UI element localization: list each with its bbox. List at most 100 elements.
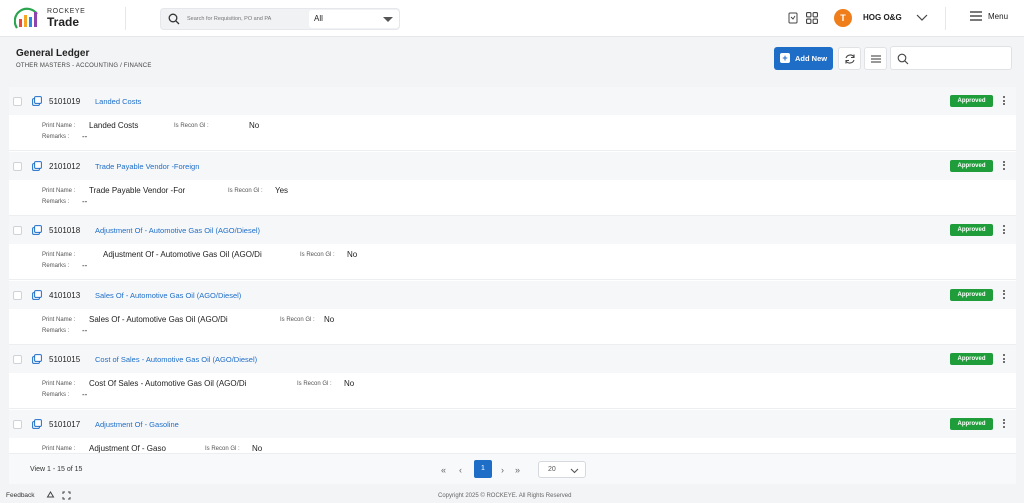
recon-label: Is Recon Gl : [174,123,209,129]
logo-icon [14,7,38,29]
global-search-input[interactable] [187,12,297,26]
status-badge: Approved [950,417,993,430]
record-name-link[interactable]: Adjustment Of - Automotive Gas Oil (AGO/… [95,226,260,235]
recon-value: No [324,314,335,324]
plus-icon: + [780,53,790,63]
record-checkbox[interactable] [13,161,22,171]
search-scope-select[interactable]: All [309,10,399,28]
recon-label: Is Recon Gl : [228,187,263,194]
menu-label: Menu [988,11,1009,21]
copy-icon[interactable] [32,160,42,171]
last-page-icon[interactable]: » [515,465,520,475]
status-badge: Approved [950,353,993,365]
recycle-icon[interactable] [46,491,55,500]
list-icon [871,55,881,63]
bookmark-icon[interactable] [787,12,799,24]
recon-value: No [252,443,263,453]
first-page-icon[interactable]: « [441,465,446,475]
print-name-value: Adjustment Of - Automotive Gas Oil (AGO/… [103,250,262,259]
record-name-link[interactable]: Landed Costs [95,97,141,106]
print-name-label: Print Name : [42,445,76,452]
print-name-label: Print Name : [42,187,76,194]
chevron-down-icon[interactable] [916,12,928,22]
add-new-button[interactable]: + Add New [774,47,833,70]
remarks-label: Remarks : [42,392,70,398]
print-name-label: Print Name : [42,316,76,323]
divider [945,7,946,30]
global-search: All [160,8,400,30]
org-name[interactable]: HOG O&G [863,13,902,22]
remarks-label: Remarks : [42,263,70,269]
remarks-value: -- [82,196,88,206]
apps-grid-icon[interactable] [806,12,818,24]
copyright-text: Copyright 2025 © ROCKEYE. All Rights Res… [438,493,572,499]
ledger-record: 5101015 Cost of Sales - Automotive Gas O… [9,345,1016,409]
record-header [9,87,1016,115]
remarks-label: Remarks : [42,198,70,205]
page-size-value: 20 [548,466,556,473]
recon-value: Yes [275,185,289,195]
list-view-button[interactable] [864,47,887,70]
more-options-icon[interactable] [1002,289,1005,301]
more-options-icon[interactable] [1002,224,1005,236]
recon-value: No [347,250,358,259]
search-scope-value: All [314,14,323,23]
status-badge: Approved [950,288,993,301]
remarks-value: -- [82,325,88,335]
top-bar: ROCKEYE Trade All T HOG O&G [0,0,1024,37]
page-number-current[interactable]: 1 [474,460,492,478]
copy-icon[interactable] [32,96,42,106]
copy-icon[interactable] [32,418,42,429]
remarks-value: -- [82,261,88,270]
copy-icon[interactable] [32,225,42,235]
record-code: 5101017 [49,419,81,429]
divider [125,7,126,30]
remarks-value: -- [82,132,88,141]
refresh-button[interactable] [838,47,861,70]
copy-icon[interactable] [32,354,42,364]
record-name-link[interactable]: Sales Of - Automotive Gas Oil (AGO/Diese… [95,291,241,300]
record-code: 2101012 [49,161,81,171]
record-name-link[interactable]: Trade Payable Vendor -Foreign [95,162,199,171]
chevron-down-icon [570,468,579,474]
status-badge: Approved [950,95,993,107]
record-name-link[interactable]: Cost of Sales - Automotive Gas Oil (AGO/… [95,355,257,364]
brand-name: Trade [47,15,80,29]
caret-down-icon [383,17,393,22]
more-options-icon[interactable] [1002,353,1005,365]
ledger-record: 5101017 Adjustment Of - Gasoline Approve… [9,409,1016,454]
search-icon [897,53,909,65]
record-code: 5101018 [49,226,81,235]
list-search-input[interactable] [890,46,1012,70]
print-name-label: Print Name : [42,252,76,258]
more-options-icon[interactable] [1002,418,1005,430]
record-code: 5101015 [49,355,81,364]
record-checkbox[interactable] [13,419,22,429]
record-checkbox[interactable] [13,290,22,300]
copy-icon[interactable] [32,289,42,300]
menu-button[interactable]: Menu [970,11,1008,21]
print-name-value: Adjustment Of - Gaso [89,443,166,453]
record-checkbox[interactable] [13,226,22,235]
feedback-link[interactable]: Feedback [6,492,35,499]
record-name-link[interactable]: Adjustment Of - Gasoline [95,420,179,429]
brand-top: ROCKEYE [47,8,86,15]
prev-page-icon[interactable]: ‹ [459,465,462,475]
record-checkbox[interactable] [13,97,22,106]
recon-label: Is Recon Gl : [297,381,332,387]
ledger-record: 5101019 Landed Costs Approved Print Name… [9,87,1016,151]
view-count: View 1 - 15 of 15 [30,466,83,473]
record-checkbox[interactable] [13,355,22,364]
user-avatar[interactable]: T [834,9,852,27]
remarks-value: -- [82,390,88,399]
more-options-icon[interactable] [1002,160,1005,172]
pagination-bar: View 1 - 15 of 15 « ‹ 1 › » 20 [9,453,1016,484]
expand-icon[interactable] [62,491,71,500]
print-name-label: Print Name : [42,381,76,387]
brand-logo[interactable]: ROCKEYE Trade [14,6,85,30]
recon-label: Is Recon Gl : [300,252,335,258]
page-size-select[interactable]: 20 [538,461,586,478]
more-options-icon[interactable] [1002,95,1005,107]
next-page-icon[interactable]: › [501,465,504,475]
print-name-value: Trade Payable Vendor -For [89,185,186,195]
